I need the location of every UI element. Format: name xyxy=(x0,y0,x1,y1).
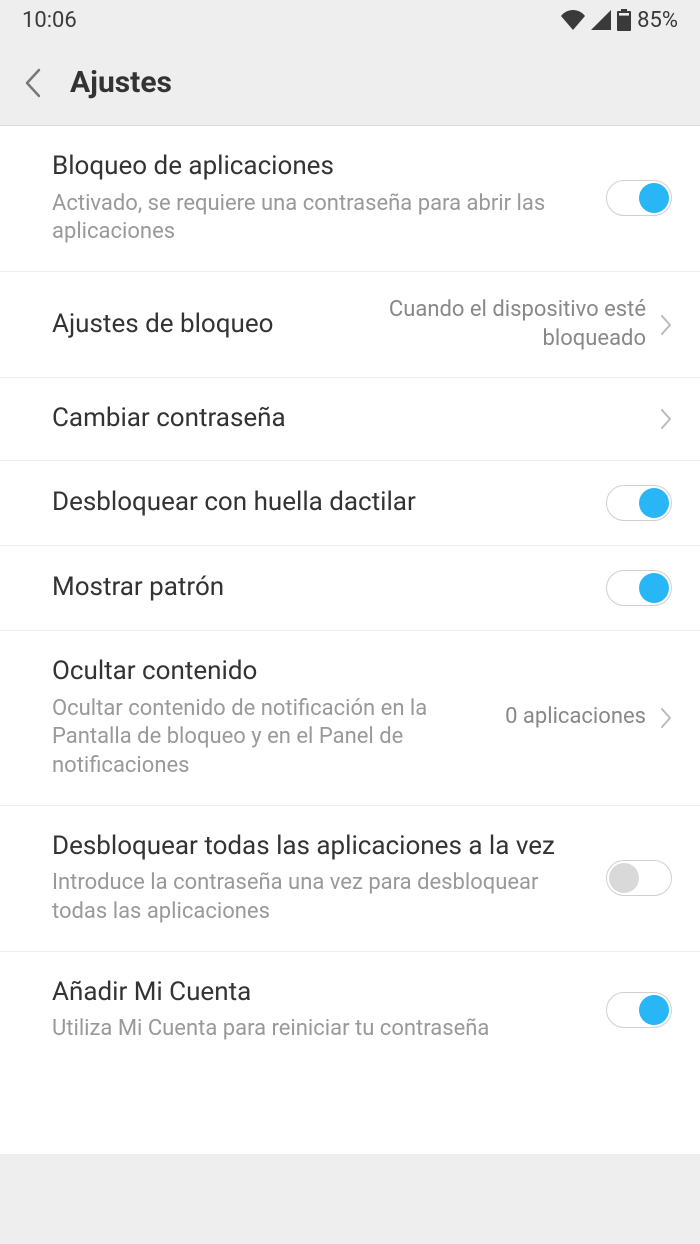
row-title: Ajustes de bloqueo xyxy=(52,308,370,342)
footer-gap xyxy=(0,1154,700,1244)
wifi-icon xyxy=(561,10,585,30)
chevron-right-icon xyxy=(660,408,672,430)
battery-icon xyxy=(617,9,631,31)
row-title: Ocultar contenido xyxy=(52,655,489,689)
battery-pct: 85% xyxy=(637,8,678,33)
row-add-mi-account[interactable]: Añadir Mi Cuenta Utiliza Mi Cuenta para … xyxy=(0,952,700,1068)
row-hide-content[interactable]: Ocultar contenido Ocultar contenido de n… xyxy=(0,631,700,806)
row-title: Desbloquear con huella dactilar xyxy=(52,486,590,520)
header: Ajustes xyxy=(0,40,700,126)
toggle-unlock-all[interactable] xyxy=(606,860,672,896)
row-show-pattern[interactable]: Mostrar patrón xyxy=(0,546,700,631)
toggle-mi-account[interactable] xyxy=(606,992,672,1028)
toggle-app-lock[interactable] xyxy=(606,180,672,216)
page-title: Ajustes xyxy=(70,65,172,100)
row-app-lock[interactable]: Bloqueo de aplicaciones Activado, se req… xyxy=(0,126,700,272)
row-sub: Introduce la contraseña una vez para des… xyxy=(52,869,590,926)
row-change-password[interactable]: Cambiar contraseña xyxy=(0,378,700,461)
row-fingerprint-unlock[interactable]: Desbloquear con huella dactilar xyxy=(0,461,700,546)
row-title: Cambiar contraseña xyxy=(52,402,644,436)
row-title: Bloqueo de aplicaciones xyxy=(52,150,590,184)
settings-list: Bloqueo de aplicaciones Activado, se req… xyxy=(0,126,700,1154)
cell-signal-icon xyxy=(591,10,611,30)
chevron-right-icon xyxy=(660,314,672,336)
row-value: 0 aplicaciones xyxy=(505,703,646,732)
row-value: Cuando el dispositivo esté bloqueado xyxy=(386,296,646,353)
status-bar: 10:06 85% xyxy=(0,0,700,40)
row-lock-settings[interactable]: Ajustes de bloqueo Cuando el dispositivo… xyxy=(0,272,700,378)
toggle-fingerprint[interactable] xyxy=(606,485,672,521)
toggle-show-pattern[interactable] xyxy=(606,570,672,606)
row-sub: Utiliza Mi Cuenta para reiniciar tu cont… xyxy=(52,1015,590,1044)
row-title: Mostrar patrón xyxy=(52,571,590,605)
row-sub: Activado, se requiere una contraseña par… xyxy=(52,190,590,247)
row-unlock-all-at-once[interactable]: Desbloquear todas las aplicaciones a la … xyxy=(0,806,700,952)
back-button[interactable] xyxy=(24,68,42,98)
status-icons: 85% xyxy=(561,8,678,33)
status-time: 10:06 xyxy=(22,8,77,33)
row-title: Añadir Mi Cuenta xyxy=(52,976,590,1010)
chevron-right-icon xyxy=(660,707,672,729)
row-sub: Ocultar contenido de notificación en la … xyxy=(52,695,489,781)
row-title: Desbloquear todas las aplicaciones a la … xyxy=(52,830,590,864)
